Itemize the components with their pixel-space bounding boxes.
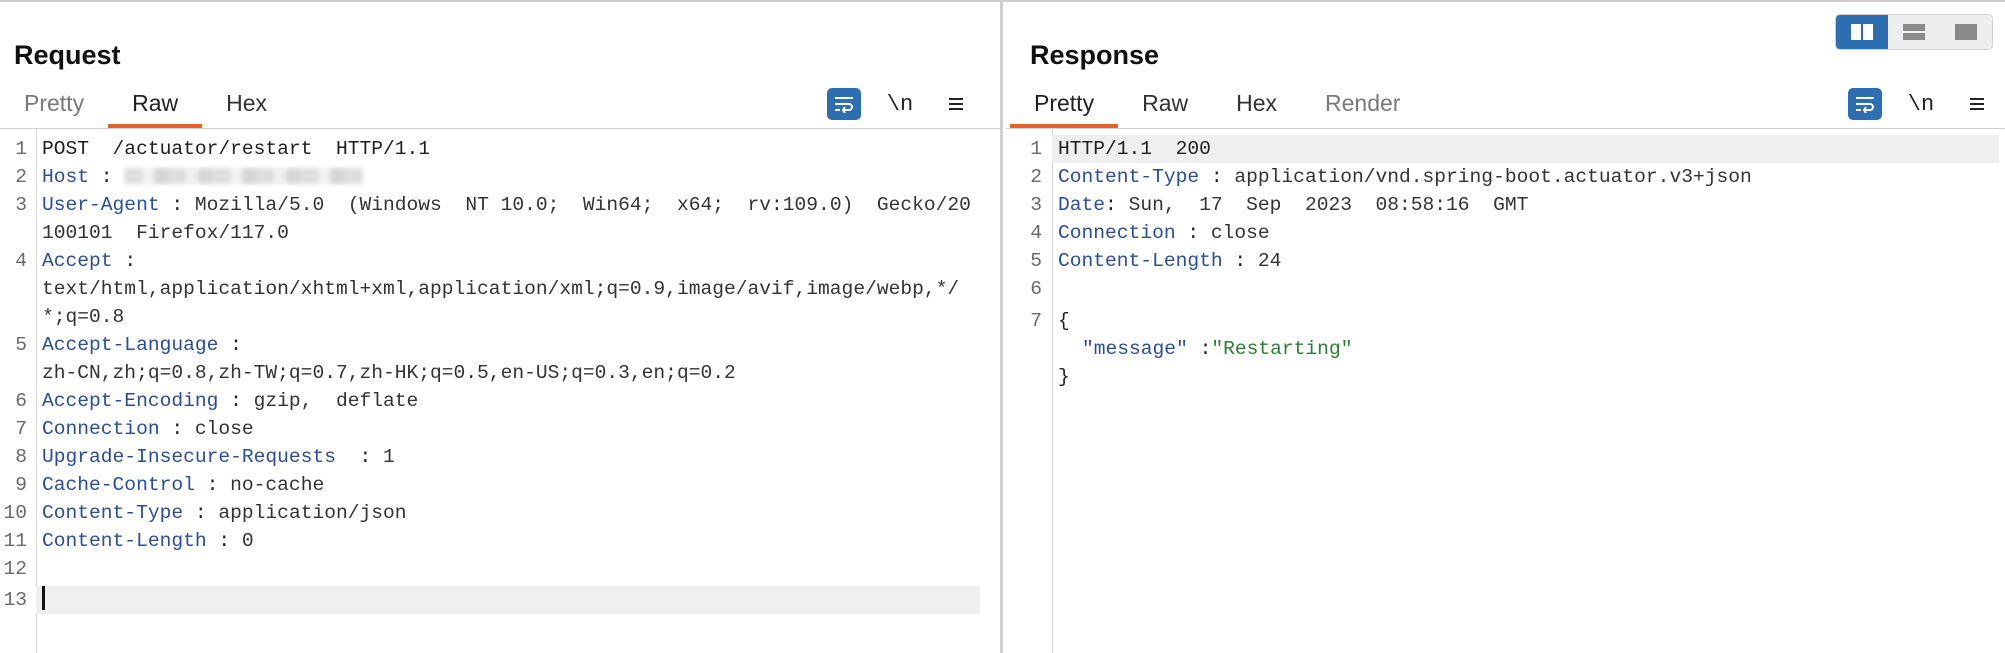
header-key: Content-Length bbox=[1058, 250, 1223, 272]
tab-response-hex[interactable]: Hex bbox=[1212, 84, 1301, 128]
response-line: } bbox=[1058, 366, 1070, 388]
json-key: "message" bbox=[1082, 338, 1188, 360]
response-menu-button[interactable] bbox=[1949, 86, 2005, 122]
response-editor[interactable]: 1 HTTP/1.1 200 2 Content-Type : applicat… bbox=[1006, 129, 2005, 653]
wrap-lines-icon bbox=[1856, 97, 1874, 113]
response-panel: Response Pretty Raw Hex Render \n 1 HTTP… bbox=[1006, 2, 2005, 653]
hamburger-menu-icon bbox=[1970, 98, 1984, 110]
tab-response-raw[interactable]: Raw bbox=[1118, 84, 1212, 128]
header-key: Date bbox=[1058, 194, 1106, 216]
request-line-current[interactable]: 13 bbox=[0, 586, 980, 614]
request-line: 1 POST /actuator/restart HTTP/1.1 bbox=[15, 138, 431, 160]
request-line: 6 Accept-Encoding : gzip, deflate bbox=[15, 390, 419, 412]
header-key: Content-Length bbox=[42, 530, 207, 552]
header-key: Content-Type bbox=[1058, 166, 1200, 188]
header-value: close bbox=[1210, 222, 1270, 244]
response-title: Response bbox=[1030, 40, 1160, 70]
header-key: User-Agent bbox=[42, 194, 160, 216]
header-value: 24 bbox=[1257, 250, 1282, 272]
response-line: "message" :"Restarting" bbox=[1082, 338, 1353, 360]
request-line: 2 Host : bbox=[0, 163, 980, 191]
tab-response-pretty[interactable]: Pretty bbox=[1010, 84, 1119, 128]
request-line: 11 Content-Length : 0 bbox=[3, 530, 254, 552]
header-value: gzip, deflate bbox=[253, 390, 419, 412]
header-key: Host bbox=[42, 166, 90, 188]
response-line: 2 Content-Type : application/vnd.spring-… bbox=[1030, 166, 1752, 188]
response-toolbar: \n bbox=[1837, 86, 2005, 122]
wrap-lines-icon bbox=[835, 97, 853, 113]
header-value: close bbox=[194, 418, 254, 440]
tab-request-raw[interactable]: Raw bbox=[108, 84, 203, 128]
header-key: Connection bbox=[1058, 222, 1176, 244]
response-line: 4 Connection : close bbox=[1030, 222, 1270, 244]
header-value: 0 bbox=[241, 530, 254, 552]
request-line: 4 Accept : text/html,application/xhtml+x… bbox=[15, 250, 960, 328]
request-wrap-button[interactable] bbox=[816, 86, 872, 122]
tab-response-render[interactable]: Render bbox=[1301, 84, 1424, 128]
header-value: application/vnd.spring-boot.actuator.v3+… bbox=[1234, 166, 1752, 188]
header-value: zh-CN,zh;q=0.8,zh-TW;q=0.7,zh-HK;q=0.5,e… bbox=[42, 362, 736, 384]
request-tabs: Pretty Raw Hex bbox=[0, 84, 291, 128]
response-line: 6 bbox=[1030, 278, 1042, 300]
header-key: Connection bbox=[42, 418, 160, 440]
request-toolbar: \n bbox=[816, 86, 984, 122]
request-newline-toggle[interactable]: \n bbox=[872, 86, 928, 122]
header-value: application/json bbox=[218, 502, 407, 524]
request-panel: Request Pretty Raw Hex \n 1 POST /actuat… bbox=[0, 2, 1003, 653]
request-title: Request bbox=[14, 40, 121, 70]
request-line: 8 Upgrade-Insecure-Requests : 1 bbox=[15, 446, 395, 468]
request-line: 3 User-Agent : Mozilla/5.0 (Windows NT 1… bbox=[15, 194, 971, 244]
header-value: 1 bbox=[383, 446, 395, 468]
request-code: 1 POST /actuator/restart HTTP/1.1 2 Host… bbox=[0, 135, 980, 614]
response-line: 7 { bbox=[1030, 310, 1070, 332]
response-line: 3 Date: Sun, 17 Sep 2023 08:58:16 GMT bbox=[1030, 194, 1529, 216]
response-newline-toggle[interactable]: \n bbox=[1893, 86, 1949, 122]
response-line: 5 Content-Length : 24 bbox=[1030, 250, 1282, 272]
text-cursor bbox=[42, 586, 45, 610]
request-menu-button[interactable] bbox=[928, 86, 984, 122]
json-string-value: "Restarting" bbox=[1211, 338, 1353, 360]
header-key: Accept-Language bbox=[42, 334, 219, 356]
response-wrap-button[interactable] bbox=[1837, 86, 1893, 122]
header-value: Sun, 17 Sep 2023 08:58:16 GMT bbox=[1128, 194, 1529, 216]
request-editor[interactable]: 1 POST /actuator/restart HTTP/1.1 2 Host… bbox=[0, 129, 1000, 653]
request-line: 5 Accept-Language : zh-CN,zh;q=0.8,zh-TW… bbox=[15, 334, 736, 384]
request-line: 12 bbox=[3, 558, 27, 580]
header-key: Cache-Control bbox=[42, 474, 195, 496]
response-code: 1 HTTP/1.1 200 2 Content-Type : applicat… bbox=[1006, 135, 1999, 391]
tab-request-hex[interactable]: Hex bbox=[202, 84, 291, 128]
response-line: 1 HTTP/1.1 200 bbox=[1006, 135, 1999, 163]
request-line: 10 Content-Type : application/json bbox=[3, 502, 407, 524]
header-key: Accept-Encoding bbox=[42, 390, 219, 412]
header-value: text/html,application/xhtml+xml,applicat… bbox=[42, 278, 960, 328]
hamburger-menu-icon bbox=[949, 98, 963, 110]
header-key: Content-Type bbox=[42, 502, 184, 524]
response-tabs: Pretty Raw Hex Render bbox=[1010, 84, 1424, 128]
redacted-host-value bbox=[124, 168, 365, 184]
http-message-viewer: Request Pretty Raw Hex \n 1 POST /actuat… bbox=[0, 0, 2005, 653]
tab-request-pretty[interactable]: Pretty bbox=[0, 84, 108, 128]
header-key: Upgrade-Insecure-Requests bbox=[42, 446, 336, 468]
header-value: no-cache bbox=[230, 474, 325, 496]
header-key: Accept bbox=[42, 250, 113, 272]
request-line: 7 Connection : close bbox=[15, 418, 254, 440]
request-line: 9 Cache-Control : no-cache bbox=[15, 474, 325, 496]
